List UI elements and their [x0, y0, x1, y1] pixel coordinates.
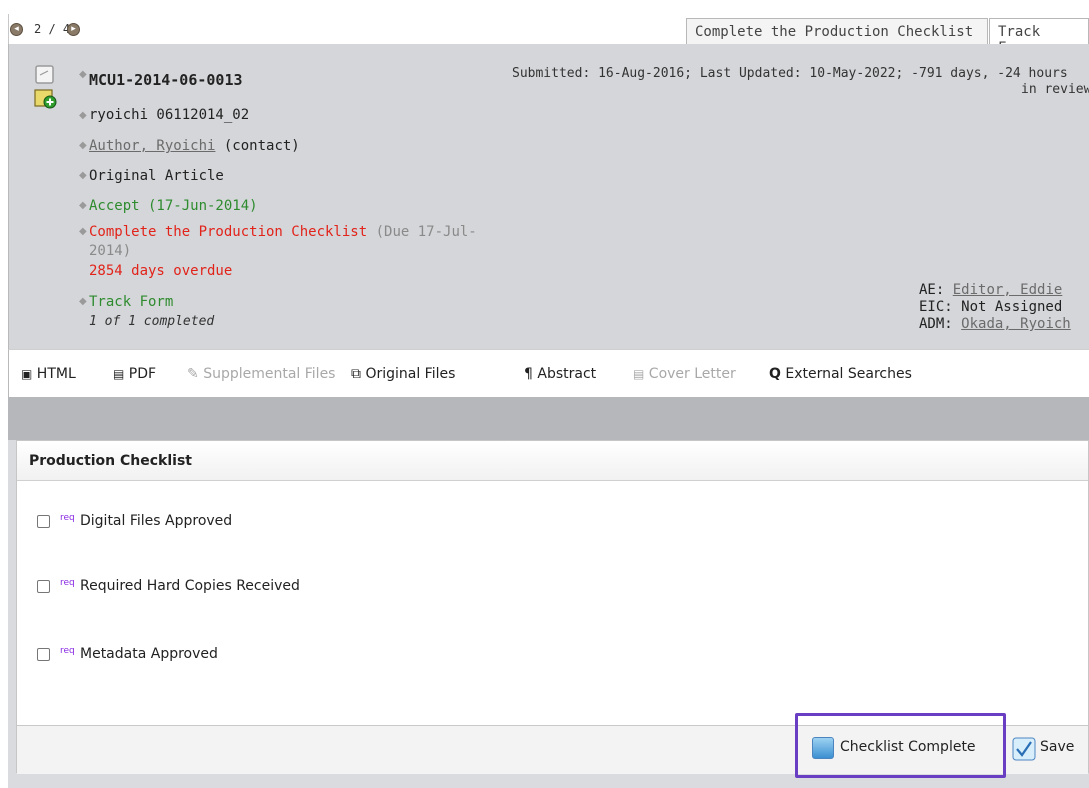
- adm-row: ADM: Okada, Ryoich: [919, 316, 1071, 333]
- cover-letter-label: Cover Letter: [648, 366, 736, 382]
- abstract-button[interactable]: ¶ Abstract: [524, 366, 596, 382]
- required-tag: req: [60, 513, 75, 523]
- save-icon: [1012, 737, 1036, 761]
- review-status: in review: [1021, 82, 1089, 97]
- checklist-checkbox[interactable]: [37, 515, 50, 528]
- checklist-item: req Digital Files Approved: [37, 513, 437, 533]
- eic-row: EIC: Not Assigned: [919, 299, 1063, 315]
- adm-label: ADM:: [919, 316, 953, 332]
- document-icon[interactable]: [34, 64, 56, 86]
- bullet: ◆: [79, 110, 87, 121]
- author-suffix: (contact): [223, 138, 300, 154]
- checklist-item-label: Metadata Approved: [80, 646, 218, 662]
- pdf-icon: ▤: [113, 367, 125, 381]
- assignments: AE: Editor, Eddie EIC: Not Assigned ADM:…: [919, 282, 1071, 333]
- author-link[interactable]: Author, Ryoichi: [89, 138, 215, 154]
- checklist-item: req Required Hard Copies Received: [37, 578, 437, 598]
- checklist-item-label: Required Hard Copies Received: [80, 578, 300, 594]
- pager-text: 2 / 4: [34, 22, 71, 36]
- external-searches-button[interactable]: Q External Searches: [769, 366, 912, 382]
- task-due: (Due 17-Jul-: [375, 224, 477, 240]
- ae-row: AE: Editor, Eddie: [919, 282, 1071, 299]
- search-icon: Q: [769, 366, 781, 382]
- save-label: Save: [1040, 739, 1075, 755]
- checklist-item: req Metadata Approved: [37, 646, 437, 666]
- bullet: ◆: [79, 140, 87, 151]
- author-line: Author, Ryoichi (contact): [89, 138, 300, 154]
- section-separator: [8, 397, 1089, 440]
- manuscript-header: ◆ MCU1-2014-06-0013 ◆ ryoichi 06112014_0…: [8, 44, 1089, 349]
- overdue-text: 2854 days overdue: [89, 263, 233, 279]
- bullet: ◆: [79, 226, 87, 237]
- checklist-checkbox[interactable]: [37, 648, 50, 661]
- external-label: External Searches: [785, 366, 912, 382]
- bullet: ◆: [79, 200, 87, 211]
- tab-complete-production-checklist[interactable]: Complete the Production Checklist: [686, 18, 988, 45]
- original-label: Original Files: [365, 366, 456, 382]
- checklist-item-label: Digital Files Approved: [80, 513, 233, 529]
- manuscript-type: Original Article: [89, 168, 224, 184]
- cover-letter-icon: ▤: [633, 367, 645, 381]
- checklist-checkbox[interactable]: [37, 580, 50, 593]
- ae-label: AE:: [919, 282, 945, 298]
- pilcrow-icon: ¶: [524, 366, 533, 382]
- cover-letter-button[interactable]: ▤ Cover Letter: [633, 366, 736, 382]
- supplemental-files-button[interactable]: ✎ Supplemental Files: [187, 366, 335, 382]
- required-tag: req: [60, 578, 75, 588]
- task-line: Complete the Production Checklist (Due 1…: [89, 224, 477, 240]
- tab-label: Complete the Production Checklist: [695, 24, 974, 40]
- pdf-label: PDF: [128, 366, 157, 382]
- save-button[interactable]: Save: [1012, 737, 1089, 761]
- pdf-button[interactable]: ▤ PDF: [113, 366, 156, 382]
- decision: Accept (17-Jun-2014): [89, 198, 258, 214]
- checklist-title: Production Checklist: [17, 441, 1088, 481]
- html-icon: ▣: [21, 367, 33, 381]
- task-due-year: 2014): [89, 243, 132, 259]
- required-tag: req: [60, 646, 75, 656]
- manuscript-title: ryoichi 06112014_02: [89, 107, 250, 123]
- html-label: HTML: [36, 366, 76, 382]
- supplemental-label: Supplemental Files: [203, 366, 336, 382]
- html-button[interactable]: ▣ HTML: [21, 366, 76, 382]
- tab-track-form[interactable]: Track Form: [989, 18, 1089, 56]
- abstract-label: Abstract: [537, 366, 597, 382]
- document-toolbar: ▣ HTML ▤ PDF ✎ Supplemental Files ⧉ Orig…: [8, 349, 1089, 397]
- original-files-button[interactable]: ⧉ Original Files: [351, 366, 455, 382]
- original-files-icon: ⧉: [351, 366, 361, 382]
- task-name[interactable]: Complete the Production Checklist: [89, 224, 367, 240]
- next-icon[interactable]: ▸: [67, 23, 80, 36]
- manuscript-id: MCU1-2014-06-0013: [89, 71, 243, 89]
- bullet: ◆: [79, 69, 87, 80]
- add-note-icon[interactable]: [33, 88, 59, 110]
- ae-link[interactable]: Editor, Eddie: [953, 282, 1063, 298]
- prev-icon[interactable]: ◂: [10, 23, 23, 36]
- bullet: ◆: [79, 296, 87, 307]
- submission-dates: Submitted: 16-Aug-2016; Last Updated: 10…: [512, 66, 1068, 81]
- bullet: ◆: [79, 170, 87, 181]
- track-form-status: 1 of 1 completed: [89, 314, 215, 329]
- adm-link[interactable]: Okada, Ryoich: [961, 316, 1071, 332]
- track-form-link[interactable]: Track Form: [89, 294, 173, 310]
- paperclip-icon: ✎: [187, 366, 199, 382]
- highlight-box: [795, 713, 1006, 778]
